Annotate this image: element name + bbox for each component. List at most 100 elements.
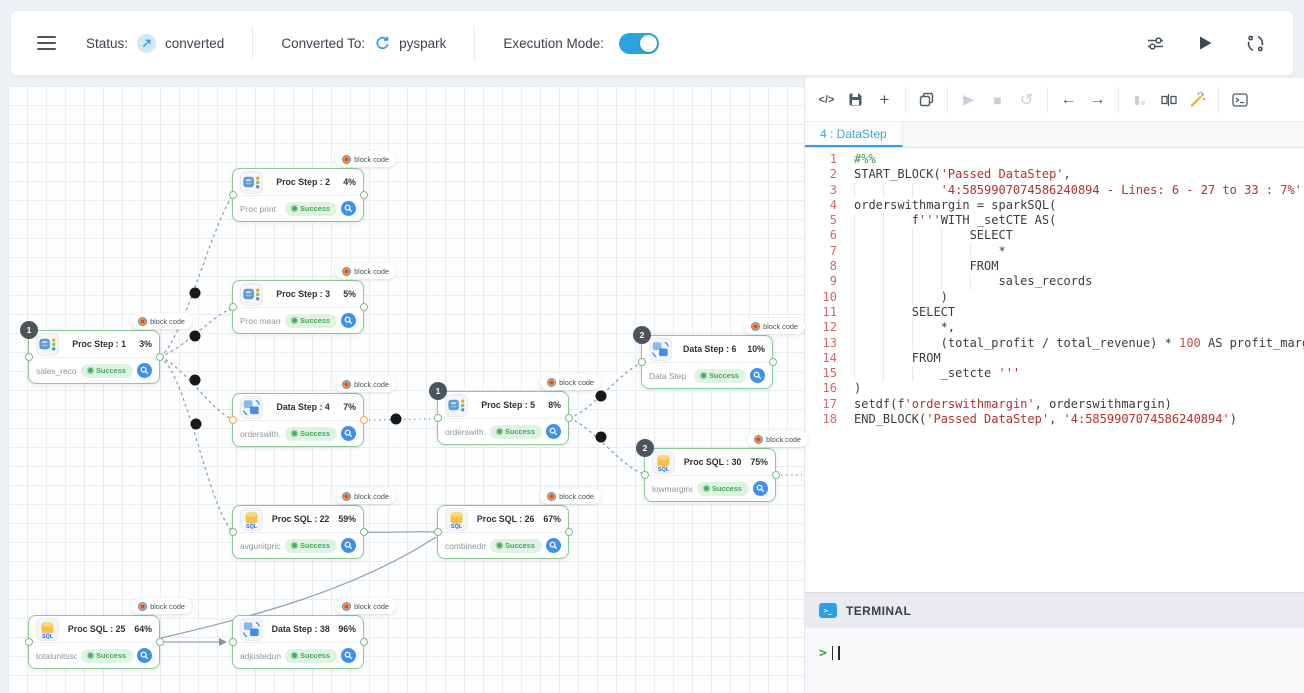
block-code-chip[interactable]: block code bbox=[335, 263, 396, 279]
code-line[interactable]: 7* bbox=[805, 244, 1304, 259]
block-code-chip[interactable]: block code bbox=[540, 488, 601, 504]
output-port[interactable] bbox=[565, 528, 573, 536]
code-line[interactable]: 11SELECT bbox=[805, 305, 1304, 320]
node-view-button[interactable] bbox=[341, 648, 356, 663]
block-code-chip[interactable]: block code bbox=[335, 598, 396, 614]
code-line[interactable]: 12*, bbox=[805, 320, 1304, 335]
block-code-chip[interactable]: block code bbox=[747, 431, 808, 447]
graph-node-data-step-38[interactable]: block codeData Step : 3896%adjustedunit.… bbox=[232, 615, 364, 669]
code-line[interactable]: 16) bbox=[805, 381, 1304, 396]
input-port[interactable] bbox=[641, 471, 649, 479]
code-line[interactable]: 10) bbox=[805, 290, 1304, 305]
compare-icon[interactable] bbox=[1155, 86, 1182, 113]
node-header: SQLProc SQL : 2259% bbox=[233, 506, 363, 533]
node-view-button[interactable] bbox=[341, 426, 356, 441]
code-line[interactable]: 15_setcte ''' bbox=[805, 366, 1304, 381]
forward-icon[interactable]: → bbox=[1084, 86, 1111, 113]
code-line[interactable]: 8FROM bbox=[805, 259, 1304, 274]
input-port[interactable] bbox=[434, 528, 442, 536]
graph-node-proc-sql-22[interactable]: block codeSQLProc SQL : 2259%avgunitpric… bbox=[232, 505, 364, 559]
code-line[interactable]: 17setdf(f'orderswithmargin', orderswithm… bbox=[805, 397, 1304, 412]
block-code-chip[interactable]: block code bbox=[744, 318, 805, 334]
output-port[interactable] bbox=[772, 471, 780, 479]
output-port[interactable] bbox=[360, 416, 368, 424]
code-token: * bbox=[998, 244, 1005, 258]
back-icon[interactable]: ← bbox=[1055, 86, 1082, 113]
code-line[interactable]: 1#%% bbox=[805, 152, 1304, 167]
output-port[interactable] bbox=[360, 303, 368, 311]
terminal-icon[interactable] bbox=[1226, 86, 1253, 113]
copy-icon[interactable] bbox=[913, 86, 940, 113]
input-port[interactable] bbox=[638, 358, 646, 366]
graph-node-proc-sql-30[interactable]: 2block codeSQLProc SQL : 3075%lowmargino… bbox=[644, 448, 776, 502]
block-code-chip[interactable]: block code bbox=[335, 376, 396, 392]
input-port[interactable] bbox=[229, 416, 237, 424]
graph-node-proc-sql-25[interactable]: block codeSQLProc SQL : 2564%totalunitss… bbox=[28, 615, 160, 669]
graph-node-proc-step-5[interactable]: 1block codeProc Step : 58%orderswith...S… bbox=[437, 391, 569, 445]
input-port[interactable] bbox=[434, 414, 442, 422]
node-view-button[interactable] bbox=[341, 538, 356, 553]
node-view-button[interactable] bbox=[750, 368, 765, 383]
filter-sliders-icon[interactable] bbox=[1143, 31, 1167, 55]
output-port[interactable] bbox=[360, 638, 368, 646]
graph-node-data-step-4[interactable]: block codeData Step : 47%orderswith...Su… bbox=[232, 393, 364, 447]
code-line[interactable]: 6SELECT bbox=[805, 228, 1304, 243]
block-code-icon bbox=[342, 267, 351, 276]
tab-datastep[interactable]: 4 : DataStep bbox=[805, 122, 903, 147]
success-dot-icon bbox=[292, 431, 297, 436]
run-icon[interactable] bbox=[1193, 31, 1217, 55]
terminal-body[interactable]: > bbox=[805, 628, 1304, 693]
code-line[interactable]: 13(total_profit / total_revenue) * 100 A… bbox=[805, 336, 1304, 351]
output-port[interactable] bbox=[360, 528, 368, 536]
graph-node-proc-step-1[interactable]: 1block codeProc Step : 13%sales_recordsS… bbox=[28, 330, 160, 384]
node-view-button[interactable] bbox=[341, 313, 356, 328]
code-line[interactable]: 3'4:5859907074586240894 - Lines: 6 - 27 … bbox=[805, 183, 1304, 198]
input-port[interactable] bbox=[229, 528, 237, 536]
graph-node-proc-step-2[interactable]: block codeProc Step : 24%Proc printSucce… bbox=[232, 168, 364, 222]
block-code-chip[interactable]: block code bbox=[335, 151, 396, 167]
code-icon[interactable]: </> bbox=[813, 86, 840, 113]
code-line[interactable]: 5f'''WITH _setCTE AS( bbox=[805, 213, 1304, 228]
block-code-chip[interactable]: block code bbox=[335, 488, 396, 504]
input-port[interactable] bbox=[229, 638, 237, 646]
code-line[interactable]: 18END_BLOCK('Passed DataStep', '4:585990… bbox=[805, 412, 1304, 427]
magic-wand-icon[interactable] bbox=[1184, 86, 1211, 113]
code-line[interactable]: 14FROM bbox=[805, 351, 1304, 366]
rescan-icon[interactable] bbox=[1243, 31, 1267, 55]
output-port[interactable] bbox=[156, 638, 164, 646]
output-port[interactable] bbox=[565, 414, 573, 422]
add-icon[interactable]: + bbox=[871, 86, 898, 113]
node-view-button[interactable] bbox=[546, 538, 561, 553]
block-code-chip[interactable]: block code bbox=[540, 374, 601, 390]
input-port[interactable] bbox=[25, 353, 33, 361]
graph-node-proc-sql-26[interactable]: block codeSQLProc SQL : 2667%combinedm..… bbox=[437, 505, 569, 559]
terminal-header[interactable]: >_ TERMINAL bbox=[805, 592, 1304, 628]
input-port[interactable] bbox=[229, 303, 237, 311]
code-token: '4:5859907074586240894' bbox=[1064, 412, 1230, 426]
code-line[interactable]: 9sales_records bbox=[805, 274, 1304, 289]
output-port[interactable] bbox=[769, 358, 777, 366]
code-line[interactable]: 4orderswithmargin = sparkSQL( bbox=[805, 198, 1304, 213]
input-port[interactable] bbox=[229, 191, 237, 199]
block-code-label: block code bbox=[354, 267, 389, 276]
pipeline-canvas[interactable]: 1block codeProc Step : 13%sales_recordsS… bbox=[8, 86, 804, 693]
success-dot-icon bbox=[292, 653, 297, 658]
node-view-button[interactable] bbox=[137, 648, 152, 663]
output-port[interactable] bbox=[156, 353, 164, 361]
node-view-button[interactable] bbox=[753, 481, 768, 496]
hamburger-menu-icon[interactable] bbox=[37, 36, 56, 50]
code-line[interactable]: 2START_BLOCK('Passed DataStep', bbox=[805, 167, 1304, 182]
proc-step-icon bbox=[37, 334, 58, 355]
save-icon[interactable] bbox=[842, 86, 869, 113]
block-code-chip[interactable]: block code bbox=[131, 313, 192, 329]
node-view-button[interactable] bbox=[341, 201, 356, 216]
node-view-button[interactable] bbox=[137, 363, 152, 378]
output-port[interactable] bbox=[360, 191, 368, 199]
graph-node-data-step-6[interactable]: 2block codeData Step : 610%Data StepSucc… bbox=[641, 335, 773, 389]
block-code-chip[interactable]: block code bbox=[131, 598, 192, 614]
input-port[interactable] bbox=[25, 638, 33, 646]
graph-node-proc-step-3[interactable]: block codeProc Step : 35%Proc meansSucce… bbox=[232, 280, 364, 334]
code-editor[interactable]: 1#%%2START_BLOCK('Passed DataStep',3'4:5… bbox=[805, 148, 1304, 592]
execution-mode-toggle[interactable] bbox=[619, 33, 659, 54]
node-view-button[interactable] bbox=[546, 424, 561, 439]
